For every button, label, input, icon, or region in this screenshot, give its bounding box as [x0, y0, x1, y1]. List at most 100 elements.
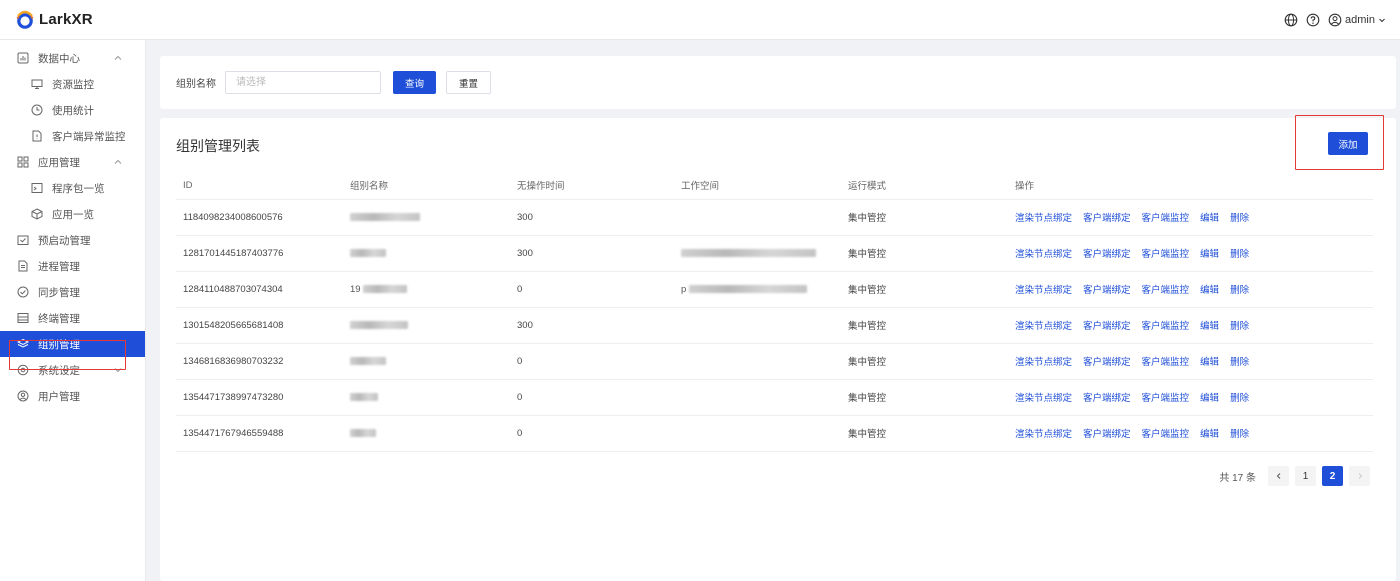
- sidebar-item-client-exception[interactable]: 客户端异常监控: [0, 123, 145, 149]
- redacted-text: [688, 284, 807, 293]
- sidebar-item-terminal[interactable]: 终端管理: [0, 305, 145, 331]
- package-icon: [31, 183, 43, 193]
- edit-link[interactable]: 编辑: [1200, 429, 1219, 440]
- total-count: 共 17 条: [1219, 472, 1256, 484]
- cell-actions: 渲染节点绑定 客户端绑定 客户端监控 编辑 删除: [1008, 307, 1373, 344]
- cell-idle: 300: [510, 307, 674, 344]
- delete-link[interactable]: 删除: [1230, 213, 1249, 224]
- client-monitor-link[interactable]: 客户端监控: [1142, 429, 1190, 440]
- client-bind-link[interactable]: 客户端绑定: [1083, 285, 1131, 296]
- column-header-workspace: 工作空间: [674, 172, 841, 200]
- column-header-group-name: 组别名称: [343, 172, 510, 200]
- table-row: 1284110488703074304 19 0 p 集中管控 渲染节点绑定 客户…: [176, 271, 1373, 308]
- sidebar-item-package-list[interactable]: 程序包一览: [0, 175, 145, 201]
- delete-link[interactable]: 删除: [1230, 321, 1249, 332]
- cell-actions: 渲染节点绑定 客户端绑定 客户端监控 编辑 删除: [1008, 235, 1373, 272]
- sidebar-item-prestart[interactable]: 预启动管理: [0, 227, 145, 253]
- delete-link[interactable]: 删除: [1230, 357, 1249, 368]
- username: admin: [1345, 13, 1375, 26]
- sidebar-item-group-management[interactable]: 组别管理: [0, 331, 145, 357]
- table-row: 1281701445187403776 300 集中管控 渲染节点绑定 客户端绑定…: [176, 235, 1373, 272]
- cell-workspace: [674, 307, 841, 344]
- render-node-bind-link[interactable]: 渲染节点绑定: [1015, 321, 1072, 332]
- render-node-bind-link[interactable]: 渲染节点绑定: [1015, 429, 1072, 440]
- app-logo[interactable]: LarkXR: [14, 9, 93, 31]
- delete-link[interactable]: 删除: [1230, 285, 1249, 296]
- edit-link[interactable]: 编辑: [1200, 357, 1219, 368]
- delete-link[interactable]: 删除: [1230, 249, 1249, 260]
- globe-icon[interactable]: [1284, 13, 1298, 27]
- client-monitor-link[interactable]: 客户端监控: [1142, 321, 1190, 332]
- sidebar-item-label: 程序包一览: [52, 182, 105, 195]
- cell-mode: 集中管控: [841, 379, 1008, 416]
- workspace-text: p: [681, 283, 687, 295]
- group-name-text: 19: [350, 283, 361, 295]
- redacted-text: [350, 320, 408, 329]
- add-button[interactable]: 添加: [1328, 132, 1368, 155]
- sidebar-item-user-management[interactable]: 用户管理: [0, 383, 145, 409]
- sidebar-item-label: 预启动管理: [38, 234, 91, 247]
- column-header-id: ID: [176, 172, 343, 200]
- sidebar-item-label: 用户管理: [38, 390, 80, 403]
- client-bind-link[interactable]: 客户端绑定: [1083, 393, 1131, 404]
- client-bind-link[interactable]: 客户端绑定: [1083, 213, 1131, 224]
- chevron-down-icon: [114, 368, 122, 373]
- render-node-bind-link[interactable]: 渲染节点绑定: [1015, 357, 1072, 368]
- delete-link[interactable]: 删除: [1230, 429, 1249, 440]
- render-node-bind-link[interactable]: 渲染节点绑定: [1015, 213, 1072, 224]
- process-icon: [18, 260, 28, 272]
- larkxr-logo-icon: [16, 10, 34, 29]
- user-menu[interactable]: admin: [1328, 13, 1386, 27]
- edit-link[interactable]: 编辑: [1200, 321, 1219, 332]
- client-monitor-link[interactable]: 客户端监控: [1142, 213, 1190, 224]
- prev-page-button[interactable]: [1268, 466, 1289, 486]
- page-button-1[interactable]: 1: [1295, 466, 1316, 486]
- sidebar-item-sync[interactable]: 同步管理: [0, 279, 145, 305]
- group-name-select[interactable]: [225, 71, 381, 94]
- page-button-2[interactable]: 2: [1322, 466, 1343, 486]
- top-header: LarkXR admin: [0, 0, 1400, 40]
- cell-group-name: 19: [343, 271, 510, 308]
- edit-link[interactable]: 编辑: [1200, 213, 1219, 224]
- help-icon[interactable]: [1306, 13, 1320, 27]
- list-title: 组别管理列表: [176, 138, 260, 154]
- sidebar-item-process[interactable]: 进程管理: [0, 253, 145, 279]
- edit-link[interactable]: 编辑: [1200, 249, 1219, 260]
- delete-link[interactable]: 删除: [1230, 393, 1249, 404]
- render-node-bind-link[interactable]: 渲染节点绑定: [1015, 285, 1072, 296]
- sidebar-item-label: 资源监控: [52, 78, 94, 91]
- client-monitor-link[interactable]: 客户端监控: [1142, 393, 1190, 404]
- sidebar-item-app-management[interactable]: 应用管理: [0, 149, 145, 175]
- client-bind-link[interactable]: 客户端绑定: [1083, 321, 1131, 332]
- render-node-bind-link[interactable]: 渲染节点绑定: [1015, 249, 1072, 260]
- query-button[interactable]: 查询: [393, 71, 437, 94]
- render-node-bind-link[interactable]: 渲染节点绑定: [1015, 393, 1072, 404]
- client-monitor-link[interactable]: 客户端监控: [1142, 249, 1190, 260]
- sidebar-item-label: 使用统计: [52, 104, 94, 117]
- cell-idle: 0: [510, 343, 674, 380]
- cell-mode: 集中管控: [841, 199, 1008, 236]
- sidebar-item-label: 数据中心: [38, 52, 80, 65]
- next-page-button[interactable]: [1349, 466, 1370, 486]
- cell-mode: 集中管控: [841, 343, 1008, 380]
- client-monitor-link[interactable]: 客户端监控: [1142, 357, 1190, 368]
- client-monitor-link[interactable]: 客户端监控: [1142, 285, 1190, 296]
- edit-link[interactable]: 编辑: [1200, 285, 1219, 296]
- table-row: 1184098234008600576 300 集中管控 渲染节点绑定 客户端绑定…: [176, 199, 1373, 236]
- reset-button[interactable]: 重置: [446, 71, 492, 94]
- client-bind-link[interactable]: 客户端绑定: [1083, 249, 1131, 260]
- client-bind-link[interactable]: 客户端绑定: [1083, 429, 1131, 440]
- cell-actions: 渲染节点绑定 客户端绑定 客户端监控 编辑 删除: [1008, 199, 1373, 236]
- group-list-card: 组别管理列表 添加 ID 组别名称 无操作时间 工作空间 运行模式 操作 118…: [160, 118, 1396, 581]
- sidebar-item-data-center[interactable]: 数据中心: [0, 45, 145, 71]
- sidebar-item-system-settings[interactable]: 系统设定: [0, 357, 145, 383]
- edit-link[interactable]: 编辑: [1200, 393, 1219, 404]
- client-bind-link[interactable]: 客户端绑定: [1083, 357, 1131, 368]
- table-row: 1354471767946559488 0 集中管控 渲染节点绑定 客户端绑定 客户…: [176, 415, 1373, 452]
- column-header-run-mode: 运行模式: [841, 172, 1008, 200]
- cell-workspace: [674, 199, 841, 236]
- sidebar-item-resource-monitor[interactable]: 资源监控: [0, 71, 145, 97]
- cell-id: 1354471767946559488: [176, 415, 343, 452]
- sidebar-item-app-list[interactable]: 应用一览: [0, 201, 145, 227]
- sidebar-item-usage-stats[interactable]: 使用统计: [0, 97, 145, 123]
